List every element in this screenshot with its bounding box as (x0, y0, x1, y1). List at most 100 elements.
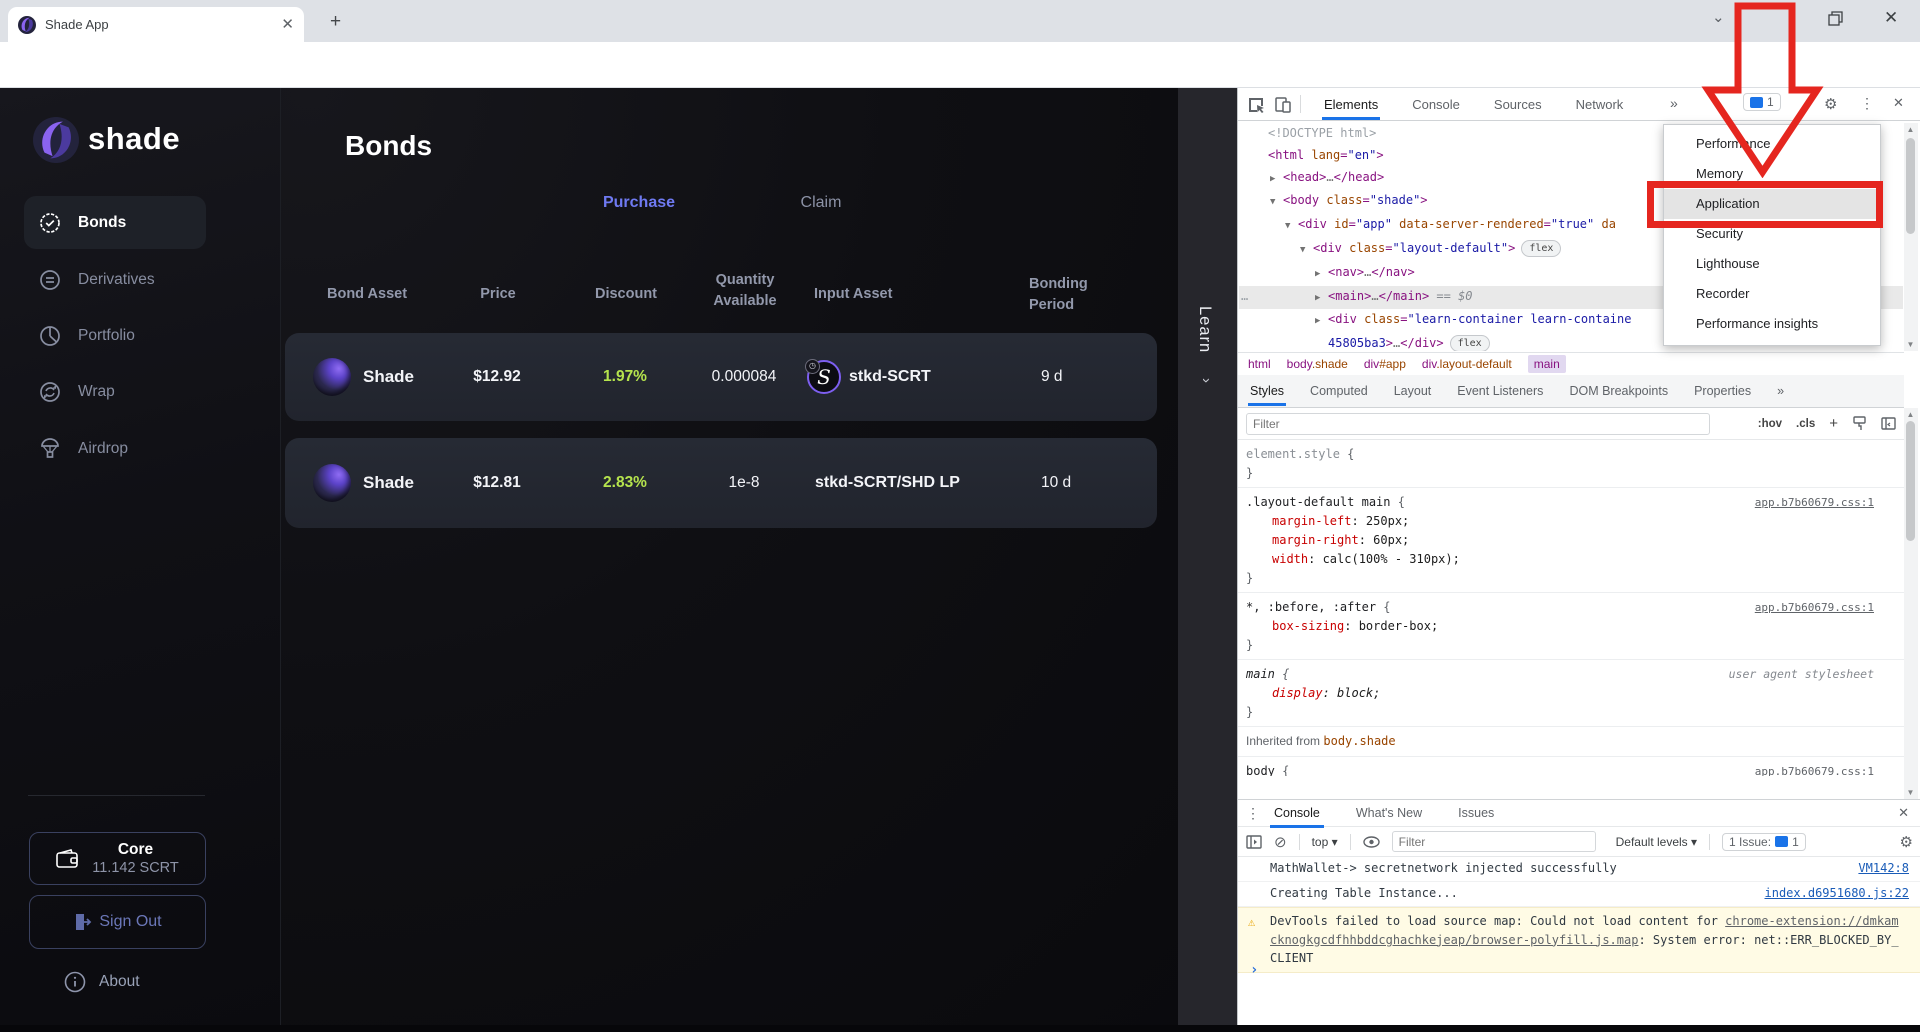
new-style-rule-button[interactable]: + (1829, 415, 1838, 432)
bond-row[interactable]: Shade $12.81 2.83% 1e-8 stkd-SCRT/SHD LP 10 d (285, 438, 1157, 528)
shade-token-icon (313, 464, 351, 502)
devtools-tab-elements[interactable]: Elements (1322, 89, 1381, 120)
elements-scrollbar[interactable]: ▲ ▼ (1904, 123, 1918, 351)
window-restore-icon[interactable] (1828, 11, 1843, 26)
styles-tab-computed[interactable]: Computed (1308, 376, 1370, 406)
clear-console-icon[interactable]: ⊘ (1274, 833, 1287, 851)
drawer-tab-what-s-new[interactable]: What's New (1352, 799, 1426, 827)
styles-more-tabs-icon[interactable]: » (1775, 376, 1786, 406)
styles-tab-dom-breakpoints[interactable]: DOM Breakpoints (1567, 376, 1670, 406)
source-link[interactable]: VM142:8 (1858, 861, 1909, 875)
console-prompt-chevron[interactable]: › (1250, 962, 1258, 978)
window-close-icon[interactable]: ✕ (1884, 9, 1898, 26)
styles-tab-layout[interactable]: Layout (1392, 376, 1434, 406)
issues-counter[interactable]: 1 (1743, 93, 1781, 111)
sidebar-item-bonds[interactable]: Bonds (24, 196, 206, 249)
breadcrumb-item[interactable]: div#app (1364, 357, 1406, 371)
tab-purchase[interactable]: Purchase (589, 194, 689, 212)
stylesheet-link[interactable]: app.b7b60679.css:1 (1755, 762, 1874, 776)
devtools-tab-console[interactable]: Console (1410, 89, 1462, 120)
sidebar-item-portfolio[interactable]: Portfolio (24, 309, 206, 362)
sign-out-button[interactable]: Sign Out (29, 895, 206, 949)
breadcrumb-item[interactable]: div.layout-default (1422, 357, 1512, 371)
new-tab-button[interactable]: + (330, 12, 341, 31)
hover-state-button[interactable]: :hov (1758, 418, 1782, 430)
inherited-from-node[interactable]: body.shade (1323, 734, 1395, 748)
console-sidebar-icon[interactable] (1246, 834, 1262, 849)
browser-tab[interactable]: Shade App ✕ (8, 7, 304, 42)
paint-flash-icon[interactable] (1852, 416, 1867, 431)
drawer-tab-issues[interactable]: Issues (1454, 799, 1498, 827)
tab-close-icon[interactable]: ✕ (281, 17, 294, 32)
context-selector[interactable]: top ▾ (1312, 835, 1338, 849)
styles-sidebar-tabs: Styles Computed Layout Event Listeners DOM B… (1238, 375, 1904, 408)
menu-item-performance[interactable]: Performance (1664, 129, 1880, 159)
styles-tab-styles[interactable]: Styles (1248, 376, 1287, 406)
menu-item-application[interactable]: Application (1664, 189, 1880, 219)
css-property[interactable]: margin-right: 60px; (1246, 531, 1896, 550)
devtools-kebab-icon[interactable]: ⋮ (1860, 95, 1874, 112)
wallet-button[interactable]: Core 11.142 SCRT (29, 832, 206, 885)
bond-row[interactable]: Shade $12.92 1.97% 0.000084 S ◷ stkd-SCRT 9 d (285, 333, 1157, 421)
styles-filter-input[interactable] (1246, 412, 1710, 435)
settings-gear-icon[interactable]: ⚙ (1824, 95, 1837, 113)
menu-item-lighthouse[interactable]: Lighthouse (1664, 249, 1880, 279)
console-filter-input[interactable] (1391, 831, 1596, 852)
source-link[interactable]: index.d6951680.js:22 (1765, 886, 1910, 900)
expand-arrow-icon[interactable]: ▼ (1300, 240, 1313, 262)
devtools-tab-sources[interactable]: Sources (1492, 89, 1544, 120)
inspect-element-icon[interactable] (1247, 96, 1265, 114)
sidebar-item-airdrop[interactable]: Airdrop (24, 422, 206, 475)
drawer-kebab-icon[interactable]: ⋮ (1246, 805, 1260, 822)
flex-badge[interactable]: flex (1449, 335, 1490, 351)
more-tabs-icon[interactable]: » (1670, 95, 1678, 111)
styles-tab-properties[interactable]: Properties (1692, 376, 1753, 406)
flex-badge[interactable]: flex (1521, 239, 1562, 257)
sidebar-item-derivatives[interactable]: Derivatives (24, 253, 206, 306)
expand-arrow-icon[interactable]: ▶ (1315, 288, 1328, 310)
css-property[interactable]: width: calc(100% - 310px); (1246, 550, 1896, 569)
code-token: </main> (1378, 288, 1430, 303)
css-property[interactable]: margin-left: 250px; (1246, 512, 1896, 531)
code-token: <main> (1328, 288, 1372, 303)
sidebar-item-wrap[interactable]: Wrap (24, 365, 206, 418)
row-gutter-dots: … (1241, 288, 1249, 303)
tab-search-chevron-icon[interactable]: ⌄ (1712, 10, 1725, 25)
console-settings-gear-icon[interactable]: ⚙ (1900, 833, 1913, 851)
breadcrumb-item[interactable]: body.shade (1287, 357, 1348, 371)
styles-scrollbar[interactable]: ▲ ▼ (1904, 408, 1918, 799)
console-issues-counter[interactable]: 1 Issue: 1 (1722, 832, 1806, 851)
stylesheet-link[interactable]: app.b7b60679.css:1 (1755, 493, 1874, 512)
device-toolbar-icon[interactable] (1274, 96, 1292, 114)
breadcrumb-item[interactable]: html (1248, 357, 1271, 371)
class-button[interactable]: .cls (1796, 418, 1815, 430)
menu-item-security[interactable]: Security (1664, 219, 1880, 249)
computed-sidebar-icon[interactable] (1881, 416, 1896, 431)
live-expression-eye-icon[interactable] (1362, 835, 1380, 848)
devtools-tab-network[interactable]: Network (1574, 89, 1626, 120)
devtools-close-icon[interactable]: ✕ (1893, 95, 1904, 111)
menu-item-memory[interactable]: Memory (1664, 159, 1880, 189)
menu-item-performance-insights[interactable]: Performance insights (1664, 309, 1880, 339)
expand-arrow-icon[interactable]: ▼ (1285, 216, 1298, 238)
styles-tab-event-listeners[interactable]: Event Listeners (1455, 376, 1545, 406)
expand-arrow-icon[interactable]: ▶ (1315, 264, 1328, 286)
log-levels-dropdown[interactable]: Default levels ▾ (1616, 835, 1697, 849)
css-property[interactable]: box-sizing: border-box; (1246, 617, 1896, 636)
about-button[interactable]: About (64, 971, 140, 993)
menu-item-recorder[interactable]: Recorder (1664, 279, 1880, 309)
console-log-row[interactable]: MathWallet-> secretnetwork injected succ… (1238, 857, 1920, 882)
console-warning-row[interactable]: ⚠ DevTools failed to load source map: Cou… (1238, 907, 1920, 973)
stylesheet-link[interactable]: app.b7b60679.css:1 (1755, 598, 1874, 617)
drawer-tab-console[interactable]: Console (1270, 799, 1324, 828)
expand-arrow-icon[interactable]: ▼ (1270, 192, 1283, 214)
breadcrumb-item[interactable]: main (1527, 355, 1566, 373)
console-log-row[interactable]: Creating Table Instance... index.d6951680… (1238, 882, 1920, 907)
tab-claim[interactable]: Claim (781, 194, 861, 212)
css-property[interactable]: display: block; (1246, 684, 1896, 703)
drawer-close-icon[interactable]: ✕ (1898, 805, 1909, 821)
bond-asset-name: Shade (363, 473, 415, 492)
expand-arrow-icon[interactable]: ▶ (1270, 169, 1283, 191)
expand-arrow-icon[interactable]: ▶ (1315, 311, 1328, 333)
learn-panel-tab[interactable]: Learn › (1178, 88, 1237, 1032)
